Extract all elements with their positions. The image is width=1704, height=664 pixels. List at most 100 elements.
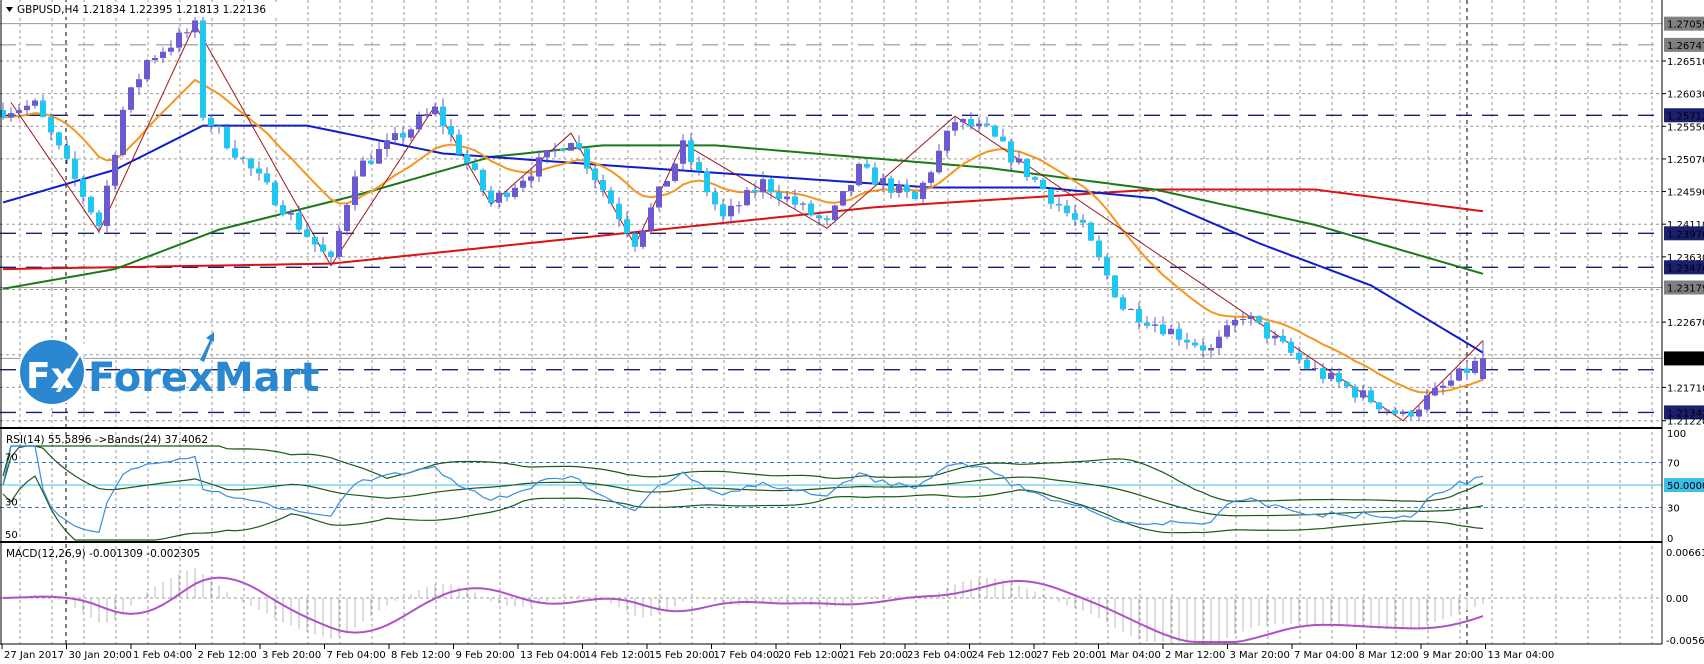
time-label: 2 Feb 12:00 [198,650,257,661]
bear-candle [480,170,486,191]
bear-candle [1136,309,1142,323]
time-label: 27 Jan 2017 [4,650,64,661]
rsi-axis-label: 50.0000 [1667,481,1704,492]
rsi-axis-label: 70 [1667,459,1680,470]
bear-candle [216,126,222,127]
bear-candle [504,193,510,197]
bull-candle [960,119,966,122]
bull-candle [1424,395,1430,409]
bull-candle [176,33,182,48]
bull-candle [832,205,838,220]
bull-candle [336,231,342,257]
bear-candle [1104,257,1110,275]
logo-text: ForexMart [88,355,319,401]
bull-candle [1248,316,1254,319]
bull-candle [424,114,430,116]
bear-candle [560,149,566,151]
time-label: 15 Feb 20:00 [649,650,715,661]
bull-candle [16,110,22,113]
time-label: 21 Feb 20:00 [843,650,909,661]
bear-candle [1192,343,1198,346]
bear-candle [1336,373,1342,382]
bull-candle [728,206,734,216]
bull-candle [416,116,422,129]
bull-candle [1016,159,1022,163]
bear-candle [280,205,286,214]
bull-candle [1128,309,1134,310]
bear-candle [1096,241,1102,258]
bull-candle [672,164,678,181]
bull-candle [1416,409,1422,416]
bear-candle [240,158,246,159]
bear-candle [248,159,254,169]
bull-candle [1328,373,1334,379]
macd-signal-line [3,578,1483,642]
rsi-left-label: 50 [5,530,18,541]
bear-candle [328,252,334,257]
macd-axis-label: 0.006613 [1666,548,1704,559]
price-label: 1.21710 [1667,383,1704,394]
bull-candle [848,185,854,191]
bull-candle [736,205,742,206]
symbol-header: GBPUSD,H4 1.21834 1.22395 1.21813 1.2213… [17,4,266,16]
bear-candle [808,203,814,215]
bull-candle [408,129,414,137]
bull-candle [640,230,646,246]
bear-candle [1304,360,1310,369]
bear-candle [1392,410,1398,414]
bull-candle [520,181,526,188]
bear-candle [368,161,374,164]
bear-candle [456,135,462,155]
time-label: 30 Jan 20:00 [69,650,132,661]
bull-candle [144,60,150,79]
time-label: 13 Feb 04:00 [520,650,586,661]
price-label: 1.26030 [1667,90,1704,101]
bear-candle [984,124,990,126]
bear-candle [872,167,878,184]
bull-candle [376,149,382,164]
bear-candle [1176,329,1182,340]
rsi-left-label: 70 [5,453,18,464]
bear-candle [816,215,822,218]
bear-candle [200,20,206,117]
price-label: 1.25712 [1667,111,1704,122]
bull-candle [1208,348,1214,350]
bear-candle [912,192,918,199]
bear-candle [232,148,238,157]
time-label: 23 Feb 04:00 [907,650,973,661]
bear-candle [448,126,454,135]
bull-candle [840,191,846,205]
bear-candle [1368,390,1374,402]
time-label: 20 Feb 12:00 [778,650,844,661]
bull-candle [1440,386,1446,388]
time-label: 7 Feb 04:00 [327,650,386,661]
bear-candle [1048,189,1054,204]
bear-candle [688,140,694,162]
bull-candle [928,172,934,182]
bear-candle [1072,213,1078,220]
price-label: 1.22670 [1667,318,1704,329]
price-label: 1.26747 [1667,41,1704,52]
time-label: 7 Mar 04:00 [1294,650,1354,661]
price-label: 1.24590 [1667,188,1704,199]
bear-candle [1080,220,1086,223]
bear-candle [616,204,622,219]
bull-candle [1240,319,1246,320]
bear-candle [1296,353,1302,360]
bear-candle [864,164,870,168]
bull-candle [1224,325,1230,336]
bear-candle [696,162,702,171]
time-label: 8 Feb 12:00 [391,650,450,661]
bull-candle [664,181,670,187]
bull-candle [680,140,686,163]
chart-canvas[interactable]: Fx ForexMart 1007050.0000300703050 0.006… [0,0,1704,664]
bear-candle [1088,223,1094,241]
bull-candle [360,161,366,177]
bear-candle [584,149,590,169]
bull-candle [344,205,350,231]
time-label: 17 Feb 04:00 [714,650,780,661]
bull-candle [976,124,982,127]
rsi-axis-label: 0 [1667,534,1673,545]
time-label: 9 Feb 20:00 [456,650,515,661]
bull-candle [384,140,390,149]
